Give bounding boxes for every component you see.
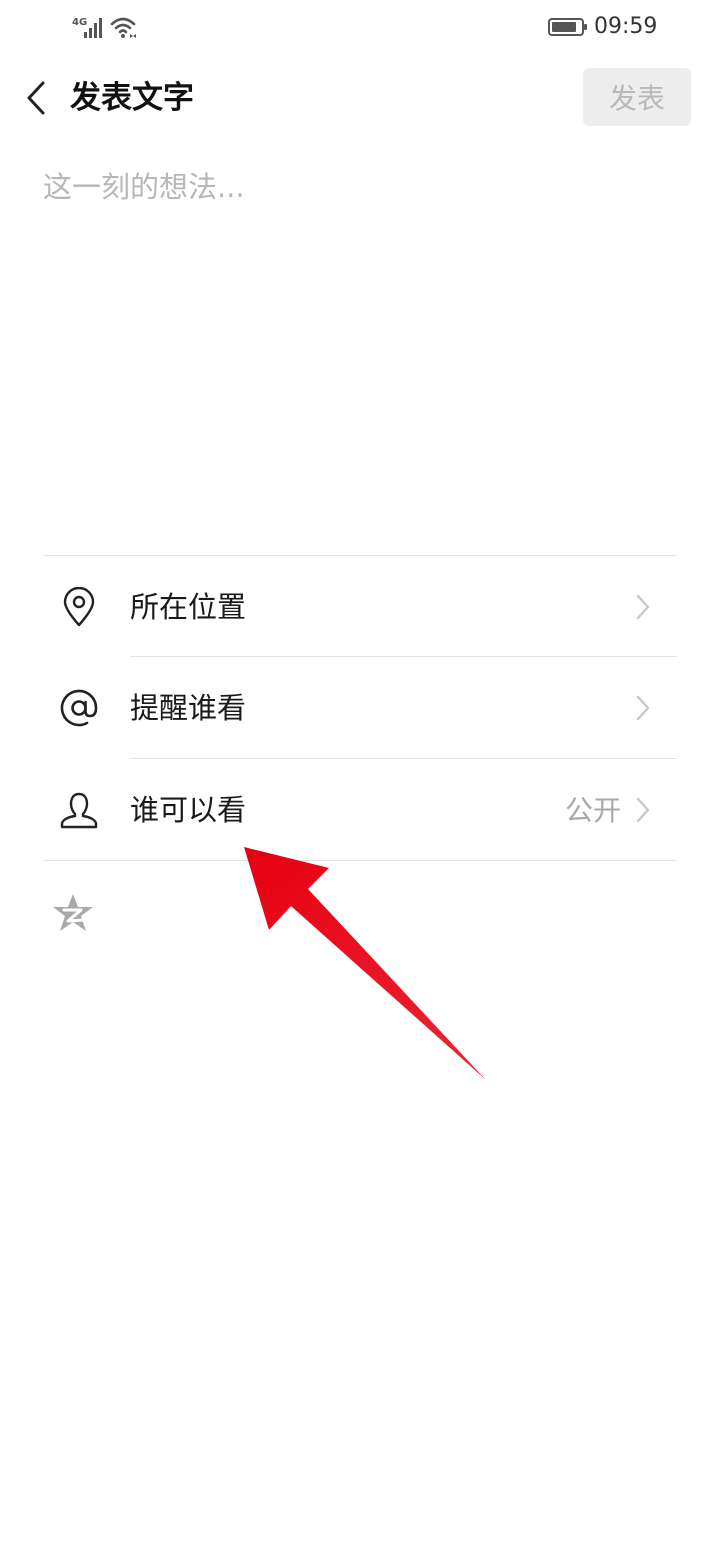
- cellular-signal-icon: 4G: [72, 17, 136, 38]
- option-location[interactable]: 所在位置: [43, 556, 677, 657]
- option-label: 谁可以看: [130, 793, 247, 827]
- option-label: 所在位置: [130, 590, 247, 624]
- at-sign-icon: [57, 686, 101, 730]
- network-type: 4G: [72, 17, 87, 28]
- post-text-input[interactable]: [43, 160, 677, 540]
- back-button[interactable]: [14, 74, 58, 122]
- qzone-star-icon[interactable]: [52, 893, 94, 933]
- option-mention[interactable]: 提醒谁看: [43, 657, 677, 758]
- status-bar: 4G 09:59: [0, 0, 720, 56]
- chevron-right-icon: [636, 594, 650, 620]
- chevron-right-icon: [636, 797, 650, 823]
- status-time: 09:59: [594, 14, 658, 39]
- battery-icon: [548, 18, 587, 36]
- option-label: 提醒谁看: [130, 691, 247, 725]
- person-icon: [57, 788, 101, 832]
- wifi-icon: [110, 17, 136, 34]
- publish-button[interactable]: 发表: [583, 68, 691, 126]
- location-pin-icon: [57, 585, 101, 629]
- visibility-value: 公开: [564, 794, 621, 827]
- back-chevron-icon: [27, 81, 45, 115]
- header: 发表文字 发表: [0, 56, 720, 140]
- chevron-right-icon: [636, 695, 650, 721]
- page-title: 发表文字: [70, 80, 194, 116]
- annotation-arrow: [244, 847, 486, 1080]
